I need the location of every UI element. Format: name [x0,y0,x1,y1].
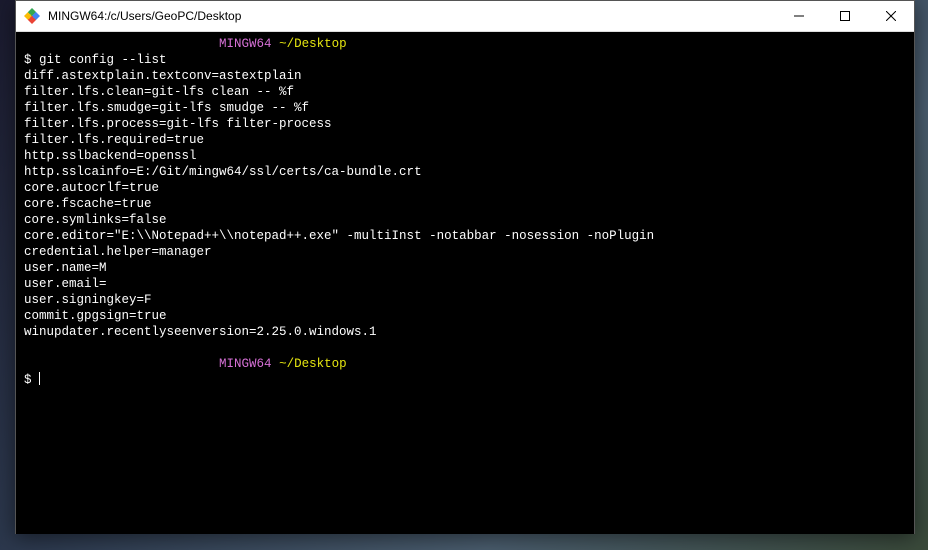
command: git config --list [39,53,167,67]
window-controls [776,1,914,31]
minimize-icon [794,11,804,21]
prompt-env-2: MINGW64 [219,357,272,371]
window-title: MINGW64:/c/Users/GeoPC/Desktop [48,9,776,23]
prompt-dollar-2: $ [24,373,32,387]
maximize-button[interactable] [822,1,868,31]
prompt-path-2: ~/Desktop [279,357,347,371]
close-icon [886,11,896,21]
prompt-path: ~/Desktop [279,37,347,51]
terminal-window: MINGW64:/c/Users/GeoPC/Desktop MINGW64 ~… [15,0,915,534]
titlebar[interactable]: MINGW64:/c/Users/GeoPC/Desktop [16,1,914,32]
maximize-icon [840,11,850,21]
prompt-line-2 [24,357,219,371]
prompt-env: MINGW64 [219,37,272,51]
minimize-button[interactable] [776,1,822,31]
prompt-dollar: $ [24,53,39,67]
output: diff.astextplain.textconv=astextplain fi… [24,69,654,339]
terminal-content[interactable]: MINGW64 ~/Desktop $ git config --list di… [16,32,914,534]
close-button[interactable] [868,1,914,31]
git-bash-icon [24,8,40,24]
prompt-line-1 [24,37,219,51]
cursor [39,372,40,385]
